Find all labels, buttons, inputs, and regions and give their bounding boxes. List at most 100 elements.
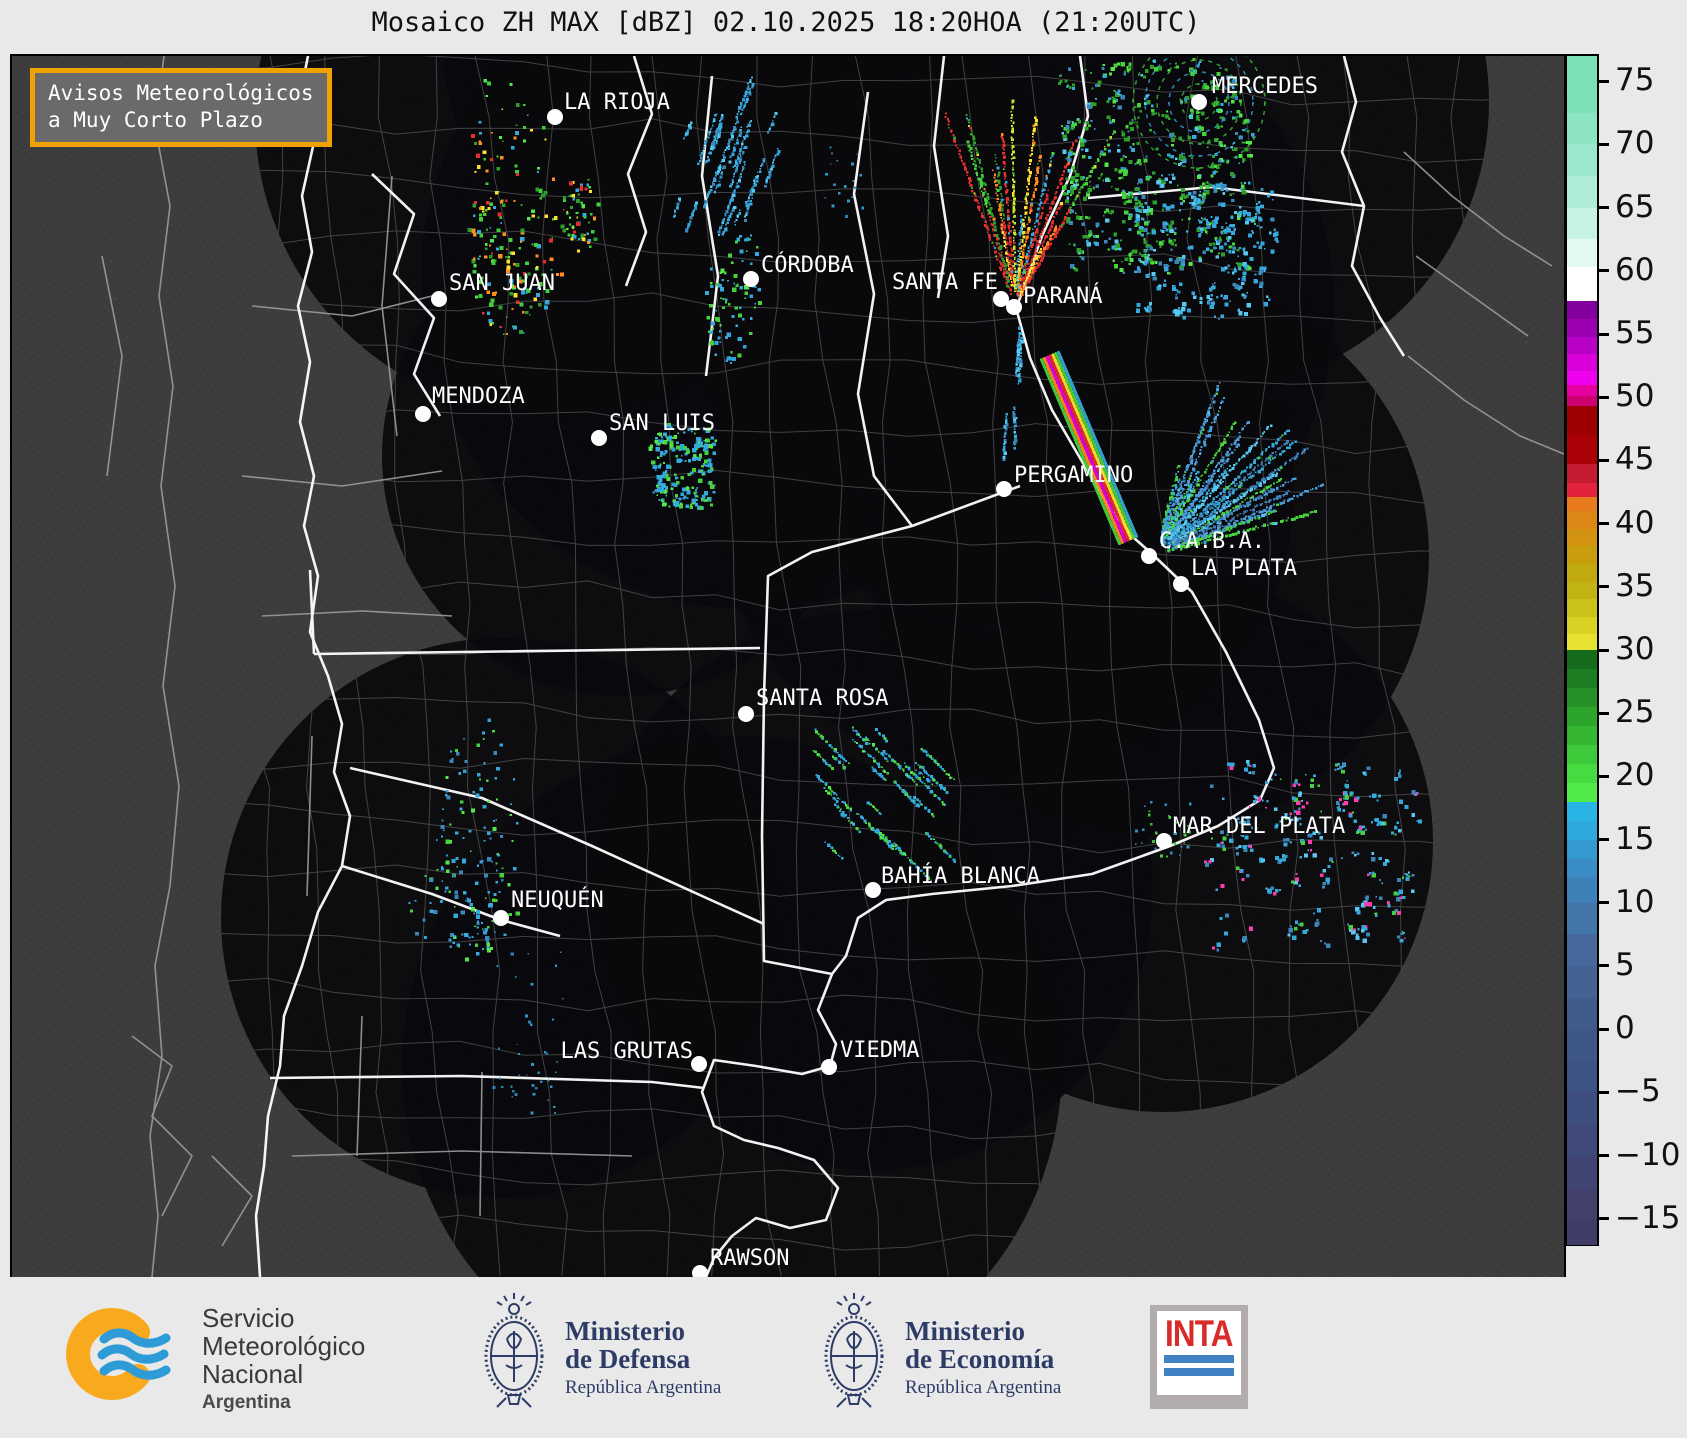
smn-logo: Servicio Meteorológico Nacional Argentin… (66, 1302, 365, 1414)
colorbar-segment (1567, 1029, 1597, 1062)
colorbar-segment (1567, 176, 1597, 209)
city-marker (493, 910, 509, 926)
footer: Servicio Meteorológico Nacional Argentin… (0, 1277, 1687, 1438)
colorbar-segment (1567, 1155, 1597, 1188)
city-label: SAN LUIS (609, 411, 715, 436)
colorbar-segment (1567, 336, 1597, 355)
colorbar-tick-label: 35 (1615, 567, 1655, 604)
smn-name-4: Argentina (202, 1392, 291, 1414)
colorbar-segment (1567, 354, 1597, 372)
colorbar-tick (1597, 711, 1609, 715)
colorbar-tick-label: 40 (1615, 504, 1655, 541)
colorbar-segment (1567, 267, 1597, 302)
defensa-line-1: Ministerio (565, 1316, 685, 1346)
warning-box: Avisos Meteorológicos a Muy Corto Plazo (30, 68, 332, 147)
colorbar-segment (1567, 370, 1597, 386)
smn-logo-icon (66, 1308, 171, 1400)
inta-bar-2 (1164, 1368, 1234, 1377)
colorbar-segment (1567, 633, 1597, 651)
product-title: Mosaico ZH MAX [dBZ] 02.10.2025 18:20HOA… (371, 7, 1201, 38)
city-label: NEUQUÉN (511, 887, 604, 913)
colorbar-segment (1567, 528, 1597, 547)
colorbar-segment (1567, 464, 1597, 484)
colorbar-segment (1567, 406, 1597, 436)
colorbar-segment (1567, 435, 1597, 465)
smn-name-2: Meteorológico (202, 1331, 366, 1362)
colorbar-segment (1567, 858, 1597, 879)
colorbar-tick (1597, 1090, 1609, 1094)
economia-sub: República Argentina (905, 1376, 1062, 1398)
city-marker (996, 481, 1012, 497)
colorbar-tick-label: 0 (1615, 1010, 1635, 1047)
city-label: MENDOZA (432, 384, 525, 409)
colorbar-segment (1567, 877, 1597, 904)
colorbar-segment (1567, 965, 1597, 999)
city-label: CÓRDOBA (761, 252, 854, 278)
colorbar-segment (1567, 1218, 1597, 1245)
colorbar-tick (1597, 585, 1609, 589)
colorbar-segment (1567, 384, 1597, 397)
city-label: BAHÍA BLANCA (881, 863, 1040, 889)
reflectivity-colorbar (1565, 54, 1599, 1246)
colorbar-segment (1567, 744, 1597, 765)
city-marker (738, 706, 754, 722)
colorbar-tick-label: 60 (1615, 251, 1655, 288)
city-marker (743, 271, 759, 287)
inta-wordmark: INTA (1165, 1313, 1233, 1354)
colorbar-tick (1597, 964, 1609, 968)
colorbar-segment (1567, 581, 1597, 601)
city-label: MERCEDES (1212, 74, 1318, 99)
city-label: MAR DEL PLATA (1173, 814, 1345, 839)
colorbar-segment (1567, 318, 1597, 338)
city-label: PERGAMINO (1014, 463, 1133, 488)
city-label: SANTA FE (892, 270, 998, 295)
colorbar-tick-label: 75 (1615, 62, 1655, 99)
economia-line-2: de Economía (905, 1344, 1055, 1375)
defensa-line-2: de Defensa (565, 1344, 691, 1375)
city-marker (821, 1059, 837, 1075)
city-marker (415, 406, 431, 422)
colorbar-segment (1567, 782, 1597, 803)
colorbar-segment (1567, 763, 1597, 784)
colorbar-segment (1567, 839, 1597, 860)
colorbar-tick-label: 30 (1615, 631, 1655, 667)
colorbar-segment (1567, 112, 1597, 146)
colorbar-segment (1567, 564, 1597, 583)
colorbar-segment (1567, 239, 1597, 268)
colorbar-tick (1597, 206, 1609, 210)
city-marker (1141, 548, 1157, 564)
colorbar-tick (1597, 269, 1609, 273)
city-marker (865, 882, 881, 898)
colorbar-tick-label: −5 (1615, 1073, 1661, 1110)
colorbar-segment (1567, 483, 1597, 498)
colorbar-segment (1567, 687, 1597, 708)
smn-name-1: Servicio (202, 1303, 295, 1333)
city-marker (1006, 299, 1022, 315)
warning-line-2: a Muy Corto Plazo (48, 108, 263, 133)
colorbar-tick-label: 45 (1615, 441, 1655, 478)
economia-line-1: Ministerio (905, 1316, 1025, 1346)
colorbar-segment (1567, 599, 1597, 618)
colorbar-segment (1567, 510, 1597, 530)
colorbar-segment (1567, 650, 1597, 670)
colorbar-tick (1597, 522, 1609, 526)
colorbar-tick (1597, 648, 1609, 652)
colorbar-tick-label: 50 (1615, 378, 1655, 415)
inta-bar-1 (1164, 1355, 1234, 1364)
colorbar-tick (1597, 332, 1609, 336)
colorbar-tick-label: 70 (1615, 125, 1655, 162)
city-marker (691, 1056, 707, 1072)
colorbar-tick-label: 15 (1615, 820, 1655, 857)
colorbar-segment (1567, 1060, 1597, 1093)
city-marker (431, 291, 447, 307)
city-marker (547, 109, 563, 125)
city-marker (591, 430, 607, 446)
city-label: PARANÁ (1023, 283, 1102, 309)
city-label: LA RIOJA (564, 90, 670, 115)
city-marker (1156, 833, 1172, 849)
city-label: VIEDMA (840, 1038, 919, 1063)
argentina-crest-icon (824, 1293, 884, 1408)
colorbar-segment (1567, 820, 1597, 841)
colorbar-segment (1567, 1092, 1597, 1125)
colorbar-tick (1597, 901, 1609, 905)
